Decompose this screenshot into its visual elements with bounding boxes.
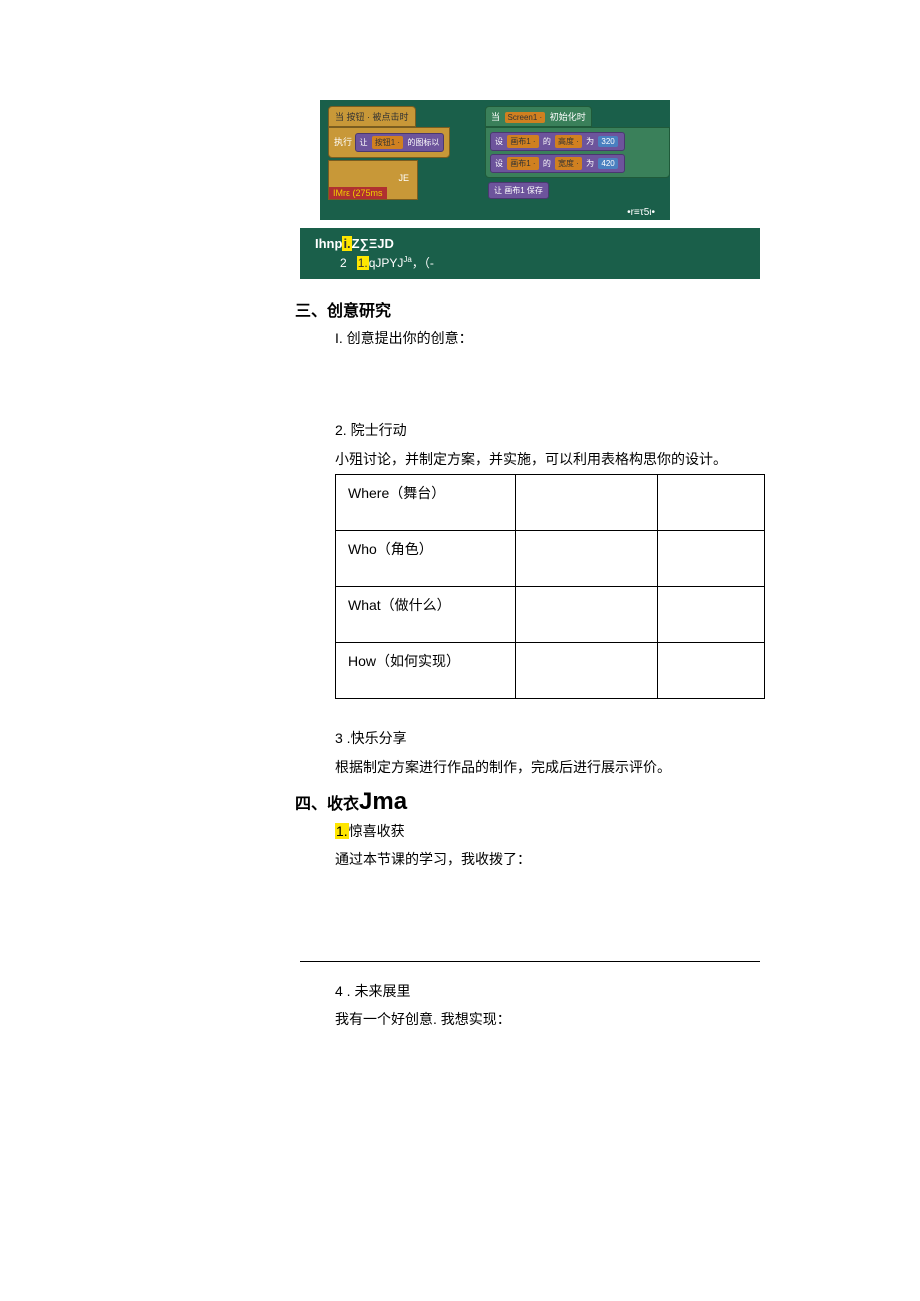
fragment-label-je: JE	[398, 173, 409, 183]
section-3-item-2-desc: 小殂讨论，并制定方案，并实施，可以利用表格构思你的设计。	[335, 448, 760, 470]
table-cell-label: Where（舞台）	[336, 475, 516, 531]
table-cell-label: How（如何实现）	[336, 643, 516, 699]
block-body-button: 执行 让 按钮1 · 的图标以	[328, 127, 450, 158]
section-3-heading: 三、创意研究	[295, 297, 760, 321]
table-cell	[657, 475, 764, 531]
block-save-canvas: 让 画布1 保存	[488, 182, 549, 199]
section-4-big-text: Jma	[359, 788, 407, 815]
table-cell	[516, 475, 658, 531]
block-set-width: 设 画布1 · 的 宽度 · 为 420	[490, 154, 625, 173]
block-group-button-click: 当 按钮 · 被点击时 执行 让 按钮1 · 的图标以	[328, 106, 450, 158]
block-hat-button: 当 按钮 · 被点击时	[328, 106, 416, 127]
table-row: Who（角色）	[336, 531, 765, 587]
block-body-screen: 设 画布1 · 的 高度 · 为 320 设 画布1 · 的 宽度 · 为 42…	[485, 127, 670, 178]
section-4-item-1: 1.惊喜收获	[335, 820, 760, 842]
green-bar-line2: 2 1.qJPYJJa，（-	[315, 254, 750, 271]
table-row: Where（舞台）	[336, 475, 765, 531]
block-set-height: 设 画布1 · 的 高度 · 为 320	[490, 132, 625, 151]
highlight: 1.	[357, 256, 369, 270]
highlight: i.	[342, 236, 351, 251]
section-3-item-1: I. 创意提出你的创意：	[335, 327, 760, 349]
table-cell	[516, 643, 658, 699]
section-4-item-2-desc: 我有一个好创意. 我想实现：	[335, 1008, 760, 1030]
section-4-heading: 四、收衣Jma	[295, 788, 760, 816]
block-fragment: JE IMrε (275ms	[328, 160, 418, 200]
block-hat-screen: 当 Screen1 · 初始化时	[485, 106, 592, 127]
design-table: Where（舞台） Who（角色） What（做什么） How（如何实现）	[335, 474, 765, 699]
block-slot: 按钮1 ·	[372, 136, 403, 149]
section-4-item-2: 4 . 未来展里	[335, 980, 760, 1002]
green-bar-line1: Ihnpi.Z∑ΞJD	[315, 236, 750, 251]
section-4-item-1-desc: 通过本节课的学习，我收拨了：	[335, 848, 760, 870]
block-purple-inner: 让 按钮1 · 的图标以	[355, 133, 445, 152]
table-cell	[657, 587, 764, 643]
block-slot-screen: Screen1 ·	[505, 112, 546, 123]
table-cell-label: What（做什么）	[336, 587, 516, 643]
divider	[300, 961, 760, 962]
section-3-item-3-desc: 根据制定方案进行作品的制作，完成后进行展示评价。	[335, 756, 760, 778]
fragment-bottom-text: IMrε (275ms	[329, 187, 387, 199]
table-cell	[516, 587, 658, 643]
table-cell	[657, 643, 764, 699]
table-cell-label: Who（角色）	[336, 531, 516, 587]
highlight: 1.	[335, 823, 349, 839]
block-prefix: 执行	[334, 137, 352, 147]
table-row: What（做什么）	[336, 587, 765, 643]
table-cell	[657, 531, 764, 587]
section-3-item-2: 2. 院士行动	[335, 419, 760, 441]
section-3-item-3: 3 .快乐分享	[335, 727, 760, 749]
table-cell	[516, 531, 658, 587]
block-group-screen-init: 当 Screen1 · 初始化时 设 画布1 · 的 高度 · 为 320 设 …	[485, 106, 670, 178]
blocks-footer-text: •r≡τ5ι•	[612, 205, 670, 220]
code-blocks-area: 当 按钮 · 被点击时 执行 让 按钮1 · 的图标以 当 Screen1 · …	[320, 100, 670, 220]
green-info-bar: Ihnpi.Z∑ΞJD 2 1.qJPYJJa，（-	[300, 228, 760, 279]
table-row: How（如何实现）	[336, 643, 765, 699]
